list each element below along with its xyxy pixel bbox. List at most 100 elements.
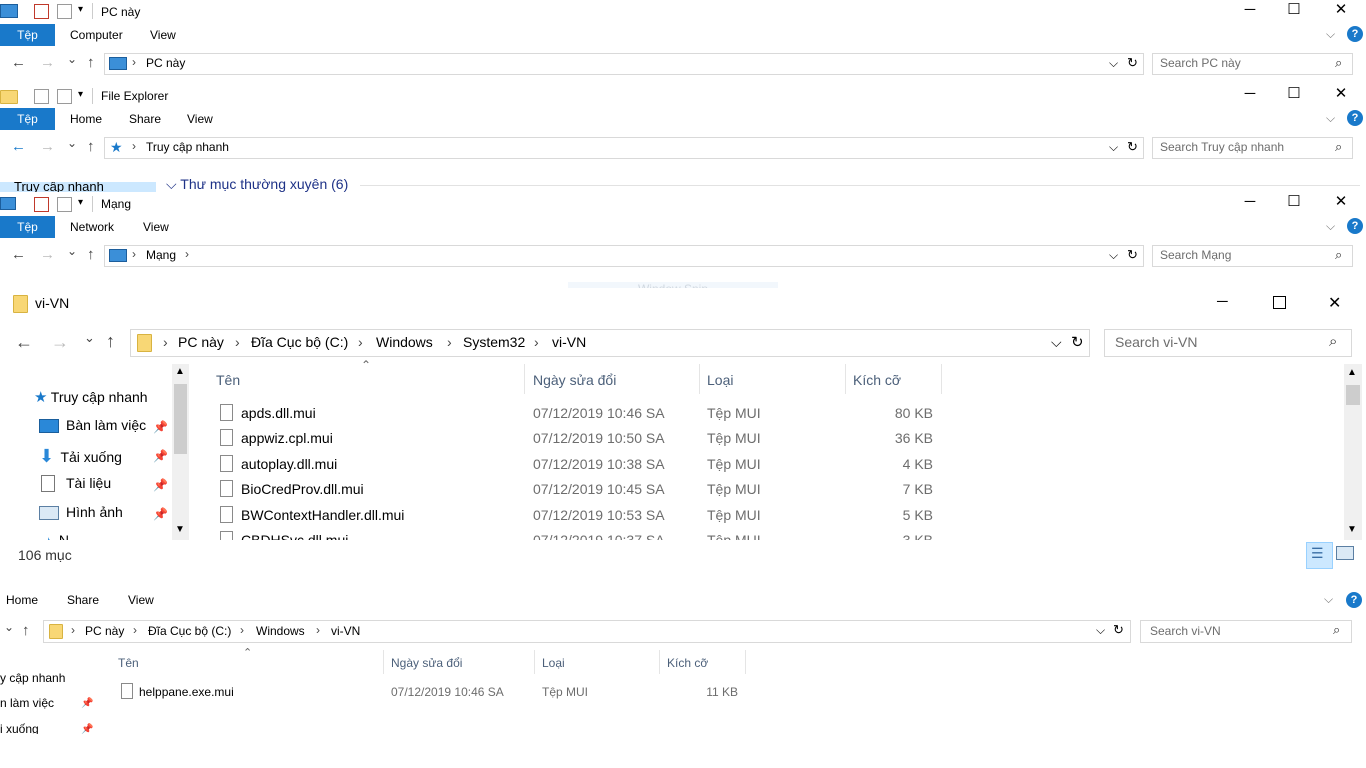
- minimize-button[interactable]: ─: [1217, 293, 1228, 310]
- search-icon[interactable]: ⌕: [1335, 139, 1342, 155]
- table-row[interactable]: BioCredProv.dll.mui 07/12/2019 10:45 SA …: [206, 477, 946, 501]
- close-button[interactable]: ✕: [1331, 86, 1351, 101]
- pin-icon[interactable]: 📌: [81, 698, 93, 709]
- tab-view[interactable]: View: [128, 589, 154, 611]
- breadcrumb-pc[interactable]: PC này: [85, 624, 124, 638]
- recent-locations-icon[interactable]: ⌄: [67, 136, 77, 150]
- breadcrumb-vi-vn[interactable]: vi-VN: [331, 624, 360, 638]
- minimize-button[interactable]: ─: [1240, 2, 1260, 17]
- forward-icon[interactable]: →: [40, 138, 55, 155]
- maximize-button[interactable]: ☐: [1284, 2, 1304, 17]
- maximize-button[interactable]: [1273, 296, 1286, 309]
- up-icon[interactable]: ↑: [87, 54, 95, 71]
- up-icon[interactable]: ↑: [106, 331, 115, 352]
- ribbon-collapse-icon[interactable]: ⌵: [1326, 111, 1335, 126]
- tab-home[interactable]: Home: [6, 589, 38, 611]
- recent-locations-icon[interactable]: ⌄: [67, 244, 77, 258]
- minimize-button[interactable]: ─: [1240, 86, 1260, 101]
- address-dropdown-icon[interactable]: ⌵: [1109, 140, 1118, 155]
- properties-icon[interactable]: [34, 89, 49, 104]
- address-bar[interactable]: › PC này › Đĩa Cục bộ (C:) › Windows › v…: [43, 620, 1131, 643]
- sidebar-item-quick-access[interactable]: y cập nhanh: [0, 671, 65, 685]
- ribbon-collapse-icon[interactable]: ⌵: [1326, 219, 1335, 234]
- column-header-date[interactable]: Ngày sửa đổi: [533, 372, 616, 388]
- minimize-button[interactable]: ─: [1240, 194, 1260, 209]
- search-input[interactable]: Search vi-VN ⌕: [1140, 620, 1352, 643]
- properties-icon[interactable]: [34, 197, 49, 212]
- scroll-down-icon[interactable]: ▼: [1347, 524, 1357, 535]
- close-button[interactable]: ✕: [1331, 194, 1351, 209]
- refresh-icon[interactable]: ↻: [1127, 139, 1138, 155]
- back-icon[interactable]: ←: [11, 54, 26, 71]
- column-header-name[interactable]: Tên: [118, 656, 139, 670]
- up-icon[interactable]: ↑: [87, 246, 95, 263]
- back-icon[interactable]: ←: [15, 332, 33, 353]
- table-row[interactable]: apds.dll.mui 07/12/2019 10:46 SA Tệp MUI…: [206, 401, 946, 425]
- tab-network[interactable]: Network: [70, 216, 114, 238]
- breadcrumb-system32[interactable]: System32: [463, 334, 525, 350]
- sidebar-item-downloads[interactable]: i xuống: [0, 722, 39, 734]
- close-button[interactable]: ✕: [1331, 2, 1351, 17]
- new-folder-icon[interactable]: [57, 197, 72, 212]
- recent-locations-icon[interactable]: ⌄: [4, 620, 14, 634]
- help-icon[interactable]: ?: [1347, 110, 1363, 126]
- ribbon-collapse-icon[interactable]: ⌵: [1324, 592, 1333, 607]
- column-header-name[interactable]: Tên: [216, 372, 240, 388]
- pin-icon[interactable]: 📌: [153, 420, 168, 434]
- address-dropdown-icon[interactable]: ⌵: [1096, 623, 1105, 638]
- sidebar-item-documents[interactable]: Tài liệu: [41, 475, 111, 492]
- group-header-frequent-folders[interactable]: ⌵ Thư mục thường xuyên (6): [166, 176, 348, 192]
- column-header-type[interactable]: Loại: [542, 656, 565, 670]
- tab-file[interactable]: Tệp: [0, 24, 55, 46]
- qat-dropdown-icon[interactable]: ▾: [78, 197, 83, 208]
- breadcrumb-windows[interactable]: Windows: [256, 624, 305, 638]
- nav-scrollbar[interactable]: ▲ ▼: [172, 364, 189, 540]
- table-row[interactable]: appwiz.cpl.mui 07/12/2019 10:50 SA Tệp M…: [206, 426, 946, 450]
- pin-icon[interactable]: 📌: [153, 478, 168, 492]
- sidebar-item-desktop[interactable]: Bàn làm việc: [39, 417, 146, 433]
- breadcrumb-quick-access[interactable]: Truy cập nhanh: [146, 140, 229, 154]
- address-dropdown-icon[interactable]: ⌵: [1109, 248, 1118, 263]
- help-icon[interactable]: ?: [1347, 26, 1363, 42]
- search-icon[interactable]: ⌕: [1329, 333, 1337, 350]
- tab-file[interactable]: Tệp: [0, 108, 55, 130]
- sidebar-item-pictures[interactable]: Hình ảnh: [39, 504, 123, 520]
- scroll-thumb[interactable]: [174, 384, 187, 454]
- sidebar-item-desktop[interactable]: n làm việc: [0, 696, 54, 710]
- refresh-icon[interactable]: ↻: [1127, 55, 1138, 71]
- up-icon[interactable]: ↑: [87, 138, 95, 155]
- forward-icon[interactable]: →: [40, 246, 55, 263]
- new-folder-icon[interactable]: [57, 4, 72, 19]
- pin-icon[interactable]: 📌: [153, 449, 168, 463]
- scroll-up-icon[interactable]: ▲: [175, 366, 185, 377]
- pin-icon[interactable]: 📌: [81, 724, 93, 734]
- address-bar[interactable]: ★ › Truy cập nhanh ⌵ ↻: [104, 137, 1144, 159]
- sidebar-item-downloads[interactable]: ⬇ Tải xuống: [39, 446, 122, 467]
- breadcrumb-network[interactable]: Mạng: [146, 248, 176, 262]
- back-icon[interactable]: ←: [11, 138, 26, 155]
- search-input[interactable]: Search PC này ⌕: [1152, 53, 1353, 75]
- column-header-type[interactable]: Loại: [707, 372, 733, 388]
- address-dropdown-icon[interactable]: ⌵: [1109, 56, 1118, 71]
- search-input[interactable]: Search Mạng ⌕: [1152, 245, 1353, 267]
- maximize-button[interactable]: ☐: [1284, 194, 1304, 209]
- qat-dropdown-icon[interactable]: ▾: [78, 4, 83, 15]
- close-button[interactable]: ✕: [1328, 293, 1341, 313]
- breadcrumb-windows[interactable]: Windows: [376, 334, 433, 350]
- tab-home[interactable]: Home: [70, 108, 102, 130]
- details-view-button[interactable]: ☰: [1306, 542, 1333, 569]
- breadcrumb-vi-vn[interactable]: vi-VN: [552, 334, 586, 350]
- breadcrumb-pc[interactable]: PC này: [146, 56, 185, 70]
- table-row[interactable]: helppane.exe.mui 07/12/2019 10:46 SA Tệp…: [108, 682, 748, 704]
- help-icon[interactable]: ?: [1347, 218, 1363, 234]
- search-input[interactable]: Search Truy cập nhanh ⌕: [1152, 137, 1353, 159]
- refresh-icon[interactable]: ↻: [1127, 247, 1138, 263]
- search-icon[interactable]: ⌕: [1335, 247, 1342, 263]
- tab-share[interactable]: Share: [67, 589, 99, 611]
- maximize-button[interactable]: ☐: [1284, 86, 1304, 101]
- refresh-icon[interactable]: ↻: [1113, 622, 1124, 638]
- column-header-size[interactable]: Kích cỡ: [667, 656, 708, 670]
- qat-dropdown-icon[interactable]: ▾: [78, 89, 83, 100]
- address-bar[interactable]: › PC này ⌵ ↻: [104, 53, 1144, 75]
- tab-computer[interactable]: Computer: [70, 24, 123, 46]
